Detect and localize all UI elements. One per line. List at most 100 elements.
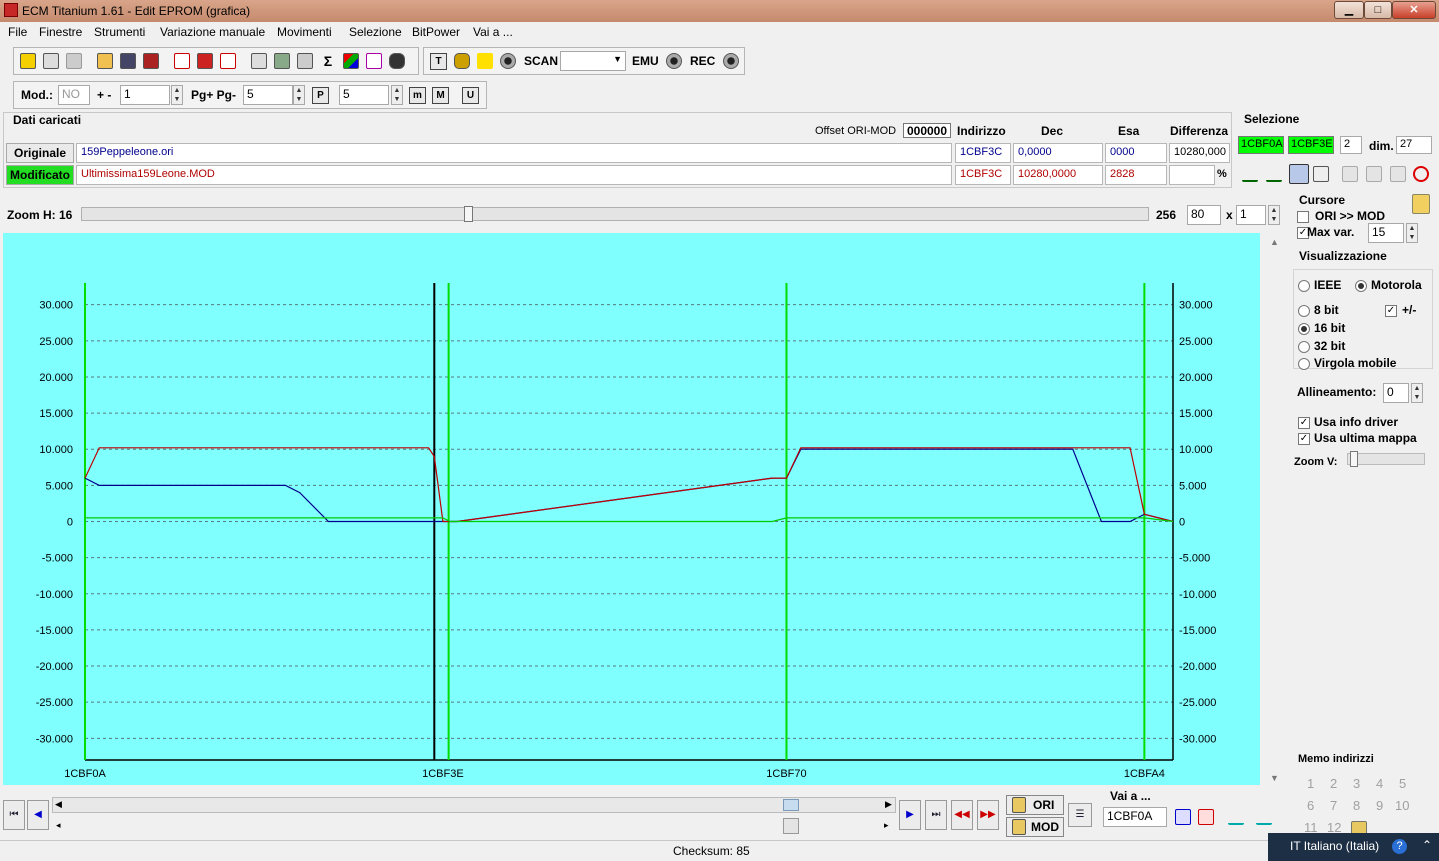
allineamento-field[interactable]: 0 [1383,383,1409,403]
menu-strumenti[interactable]: Strumenti [94,25,145,39]
hscroll-top-left-icon[interactable]: ◀ [55,799,62,810]
p-icon[interactable]: P [312,87,329,104]
page-field[interactable]: 5 [243,85,293,105]
max-var-spinner[interactable]: ▲ ▼ [1406,223,1418,243]
hscroll-bottom-right-icon[interactable]: ▸ [884,820,889,831]
mod-field[interactable]: NO [58,85,90,105]
page-spinner[interactable]: ▲ ▼ [293,85,305,105]
m-bold-icon[interactable]: M [432,87,449,104]
list-select-icon[interactable] [1313,166,1329,182]
usa-info-checkbox[interactable]: ✓ [1298,417,1310,429]
u-icon[interactable]: U [462,87,479,104]
maximize-button[interactable]: □ [1364,1,1392,19]
scroll-up-icon[interactable]: ▲ [1270,237,1279,247]
windows-icon[interactable] [43,53,59,69]
menu-finestre[interactable]: Finestre [39,25,82,39]
memo-2[interactable]: 2 [1330,776,1337,791]
color-icon[interactable] [343,53,359,69]
table-icon[interactable] [274,53,290,69]
zoom-mult-spinner[interactable]: ▲ ▼ [1268,205,1280,225]
first-page-button[interactable]: ⏮ [3,800,25,830]
hscroll-top-thumb[interactable] [783,799,799,811]
select-start-icon[interactable] [1242,166,1258,182]
compare-icon[interactable]: ☰ [1068,803,1092,827]
help-icon[interactable]: ? [1392,839,1407,854]
next-button[interactable]: ▶ [899,800,921,830]
rec-icon[interactable] [723,53,739,69]
export-selection-icon[interactable] [1390,166,1406,182]
next-diff-button[interactable]: ▶▶ [977,800,999,830]
scroll-down-icon[interactable]: ▼ [1270,773,1279,783]
binoculars-icon[interactable] [389,53,405,69]
menu-bitpower[interactable]: BitPower [412,25,460,39]
p-field[interactable]: 5 [339,85,389,105]
prev-button[interactable]: ◀ [27,800,49,830]
last-page-button[interactable]: ⏭ [925,800,947,830]
selezione-step[interactable]: 2 [1340,136,1362,154]
memo-10[interactable]: 10 [1395,798,1409,813]
select-range-icon[interactable] [1266,166,1282,182]
prev-diff-button[interactable]: ◀◀ [951,800,973,830]
memo-back-icon[interactable] [1228,809,1244,825]
emu-icon[interactable] [666,53,682,69]
32bit-radio[interactable] [1298,341,1310,353]
calc-icon[interactable] [197,53,213,69]
memo-9[interactable]: 9 [1376,798,1383,813]
memo-1[interactable]: 1 [1307,776,1314,791]
menu-movimenti[interactable]: Movimenti [277,25,332,39]
run-icon[interactable] [477,53,493,69]
home-icon[interactable] [20,53,36,69]
zoom-h-thumb[interactable] [464,206,473,222]
paste-selection-icon[interactable] [1366,166,1382,182]
lock-icon[interactable] [454,53,470,69]
text-icon[interactable]: T [430,53,447,70]
copy-icon[interactable] [66,53,82,69]
memo-7[interactable]: 7 [1330,798,1337,813]
taskbar-more-icon[interactable]: ⌃ [1422,838,1432,852]
dim-field[interactable]: 27 [1396,136,1432,154]
memo-5[interactable]: 5 [1399,776,1406,791]
graph-vscroll[interactable]: ▲ ▼ [1267,233,1283,788]
reset-icon[interactable] [220,53,236,69]
ori-mod-checkbox[interactable] [1297,211,1309,223]
8bit-radio[interactable] [1298,305,1310,317]
memo-6[interactable]: 6 [1307,798,1314,813]
scan-select[interactable]: ▼ [560,51,626,71]
goto-mod-icon[interactable] [1198,809,1214,825]
check-icon[interactable] [174,53,190,69]
usa-ultima-checkbox[interactable]: ✓ [1298,433,1310,445]
goto-ori-icon[interactable] [1175,809,1191,825]
menu-vai-a[interactable]: Vai a ... [473,25,513,39]
zoom-v-slider[interactable] [1347,451,1425,467]
menu-file[interactable]: File [8,25,27,39]
chart[interactable]: 30.000 30.000 25.000 25.000 20.000 20.000 15.0… [3,233,1260,785]
allineamento-spinner[interactable]: ▲ ▼ [1411,383,1423,403]
edit-icon[interactable] [297,53,313,69]
plus-minus-spinner[interactable]: ▲ ▼ [171,85,183,105]
open-folder-icon[interactable] [97,53,113,69]
hscroll-bottom[interactable]: ◂ ▸ [52,818,896,834]
m-icon[interactable]: m [409,87,426,104]
zoom-mult[interactable]: 1 [1236,205,1266,225]
virgola-radio[interactable] [1298,358,1310,370]
zoom-h-slider[interactable] [81,206,1149,222]
vai-field[interactable]: 1CBF0A [1103,807,1167,827]
p-spinner[interactable]: ▲ ▼ [391,85,403,105]
hscroll-bottom-left-icon[interactable]: ◂ [56,820,61,831]
hscroll-top-right-icon[interactable]: ▶ [885,799,892,810]
save-icon[interactable] [120,53,136,69]
language-indicator[interactable]: IT Italiano (Italia) [1290,839,1379,853]
graph-area[interactable]: 30.000 30.000 25.000 25.000 20.000 20.000 15.0… [3,233,1260,785]
plus-minus-field[interactable]: 1 [120,85,170,105]
connect-icon[interactable] [500,53,516,69]
memo-3[interactable]: 3 [1353,776,1360,791]
search-map-icon[interactable] [251,53,267,69]
copy-selection-icon[interactable] [1342,166,1358,182]
zoom-value[interactable]: 80 [1187,205,1221,225]
hscroll-bottom-thumb[interactable] [783,818,799,834]
graph-icon[interactable] [366,53,382,69]
16bit-radio[interactable] [1298,323,1310,335]
menu-selezione[interactable]: Selezione [349,25,402,39]
max-var-field[interactable]: 15 [1368,223,1404,243]
ieee-radio[interactable] [1298,280,1310,292]
